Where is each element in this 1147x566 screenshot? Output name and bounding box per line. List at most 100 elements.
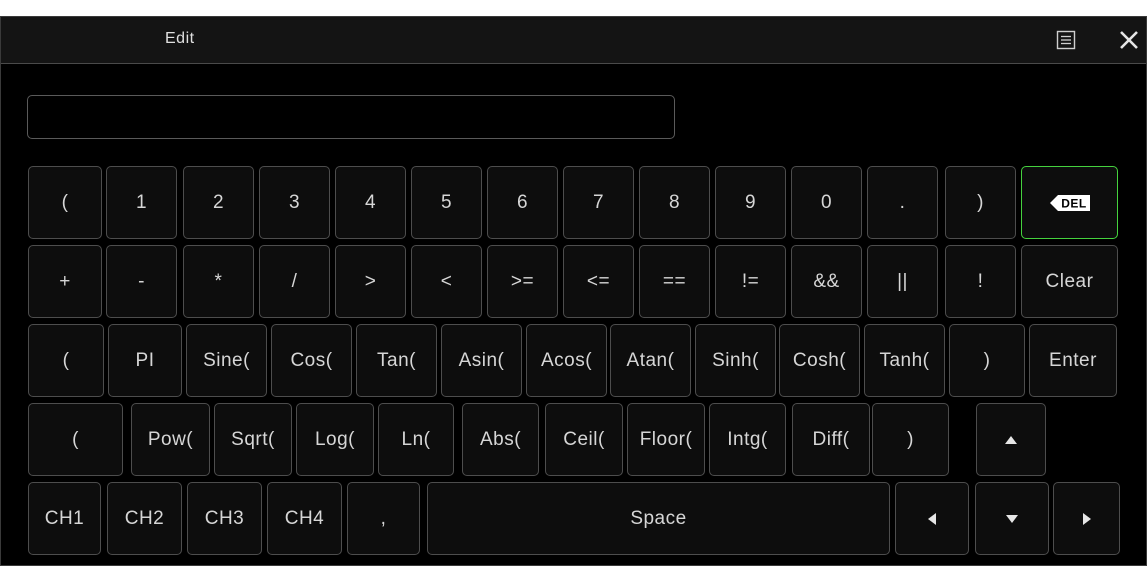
key-not[interactable]: ! <box>945 245 1016 318</box>
key-label: . <box>899 191 906 213</box>
key-or[interactable]: || <box>867 245 938 318</box>
key-comma[interactable]: , <box>347 482 420 555</box>
key-asin[interactable]: Asin( <box>441 324 522 397</box>
key-pi[interactable]: PI <box>108 324 182 397</box>
expression-input[interactable] <box>27 95 675 139</box>
key-space[interactable]: Space <box>427 482 890 555</box>
key-label: Acos( <box>540 349 593 371</box>
key-clear[interactable]: Clear <box>1021 245 1118 318</box>
key-digit-6[interactable]: 6 <box>487 166 558 239</box>
close-icon[interactable] <box>1118 29 1140 51</box>
key-atan[interactable]: Atan( <box>610 324 691 397</box>
key-pow[interactable]: Pow( <box>131 403 210 476</box>
key-tan[interactable]: Tan( <box>356 324 437 397</box>
key-delete-label: DEL <box>1061 196 1087 210</box>
key-multiply[interactable]: * <box>183 245 254 318</box>
key-ln[interactable]: Ln( <box>378 403 454 476</box>
key-label: <= <box>586 270 611 292</box>
key-equal[interactable]: == <box>639 245 710 318</box>
key-sinh[interactable]: Sinh( <box>695 324 776 397</box>
key-floor[interactable]: Floor( <box>627 403 705 476</box>
key-label: 3 <box>288 191 301 213</box>
key-digit-9[interactable]: 9 <box>715 166 786 239</box>
delete-backspace-icon: DEL <box>1049 194 1091 212</box>
key-digit-8[interactable]: 8 <box>639 166 710 239</box>
key-acos[interactable]: Acos( <box>526 324 607 397</box>
key-minus[interactable]: - <box>106 245 177 318</box>
key-label: >= <box>510 270 535 292</box>
key-paren-close-4[interactable]: ) <box>872 403 949 476</box>
key-period[interactable]: . <box>867 166 938 239</box>
key-label: != <box>741 270 760 292</box>
key-paren-open-1[interactable]: ( <box>28 166 102 239</box>
arrow-up-icon <box>1004 435 1018 445</box>
key-diff[interactable]: Diff( <box>792 403 870 476</box>
key-less-equal[interactable]: <= <box>563 245 634 318</box>
key-label: Clear <box>1045 270 1094 292</box>
key-digit-2[interactable]: 2 <box>183 166 254 239</box>
key-label: ) <box>983 349 991 371</box>
key-label: Enter <box>1049 349 1097 371</box>
key-greater[interactable]: > <box>335 245 406 318</box>
key-label: Sine( <box>203 349 250 371</box>
key-label: ( <box>72 428 79 450</box>
key-tanh[interactable]: Tanh( <box>864 324 945 397</box>
key-plus[interactable]: + <box>28 245 102 318</box>
key-sqrt[interactable]: Sqrt( <box>214 403 292 476</box>
key-ch4[interactable]: CH4 <box>267 482 342 555</box>
key-paren-open-4[interactable]: ( <box>28 403 123 476</box>
key-ch2[interactable]: CH2 <box>107 482 182 555</box>
key-cosh[interactable]: Cosh( <box>779 324 860 397</box>
key-arrow-down[interactable] <box>975 482 1049 555</box>
key-greater-equal[interactable]: >= <box>487 245 558 318</box>
key-divide[interactable]: / <box>259 245 330 318</box>
key-ch1[interactable]: CH1 <box>28 482 101 555</box>
key-label: Cosh( <box>792 349 847 371</box>
key-ch3[interactable]: CH3 <box>187 482 262 555</box>
key-not-equal[interactable]: != <box>715 245 786 318</box>
key-label: , <box>380 507 387 529</box>
arrow-left-icon <box>927 512 937 526</box>
key-digit-1[interactable]: 1 <box>106 166 177 239</box>
key-label: Tan( <box>377 349 416 371</box>
key-label: Cos( <box>290 349 333 371</box>
key-cos[interactable]: Cos( <box>271 324 352 397</box>
key-label: / <box>291 270 298 292</box>
key-digit-4[interactable]: 4 <box>335 166 406 239</box>
key-enter[interactable]: Enter <box>1029 324 1117 397</box>
key-paren-close-1[interactable]: ) <box>945 166 1016 239</box>
key-and[interactable]: && <box>791 245 862 318</box>
key-paren-close-3[interactable]: ) <box>949 324 1025 397</box>
key-label: CH2 <box>124 507 165 529</box>
key-label: CH3 <box>204 507 245 529</box>
key-label: || <box>897 270 908 292</box>
key-label: == <box>662 270 687 292</box>
key-abs[interactable]: Abs( <box>462 403 539 476</box>
key-label: Diff( <box>812 428 850 450</box>
list-menu-icon[interactable] <box>1056 30 1076 50</box>
key-arrow-right[interactable] <box>1053 482 1120 555</box>
key-label: Log( <box>314 428 356 450</box>
key-label: Space <box>630 507 687 529</box>
key-digit-7[interactable]: 7 <box>563 166 634 239</box>
key-digit-0[interactable]: 0 <box>791 166 862 239</box>
key-ceil[interactable]: Ceil( <box>545 403 623 476</box>
key-label: 5 <box>440 191 453 213</box>
key-label: Atan( <box>626 349 675 371</box>
key-digit-3[interactable]: 3 <box>259 166 330 239</box>
key-digit-5[interactable]: 5 <box>411 166 482 239</box>
key-paren-open-3[interactable]: ( <box>28 324 104 397</box>
key-arrow-up[interactable] <box>976 403 1046 476</box>
key-log[interactable]: Log( <box>296 403 374 476</box>
title-bar: Edit <box>1 17 1146 64</box>
key-less[interactable]: < <box>411 245 482 318</box>
key-label: 9 <box>744 191 757 213</box>
key-arrow-left[interactable] <box>895 482 969 555</box>
key-intg[interactable]: Intg( <box>709 403 786 476</box>
key-label: Tanh( <box>879 349 930 371</box>
key-sine[interactable]: Sine( <box>186 324 267 397</box>
key-label: Asin( <box>458 349 505 371</box>
key-label: 2 <box>212 191 225 213</box>
key-label: ! <box>977 270 984 292</box>
key-delete[interactable]: DEL <box>1021 166 1118 239</box>
